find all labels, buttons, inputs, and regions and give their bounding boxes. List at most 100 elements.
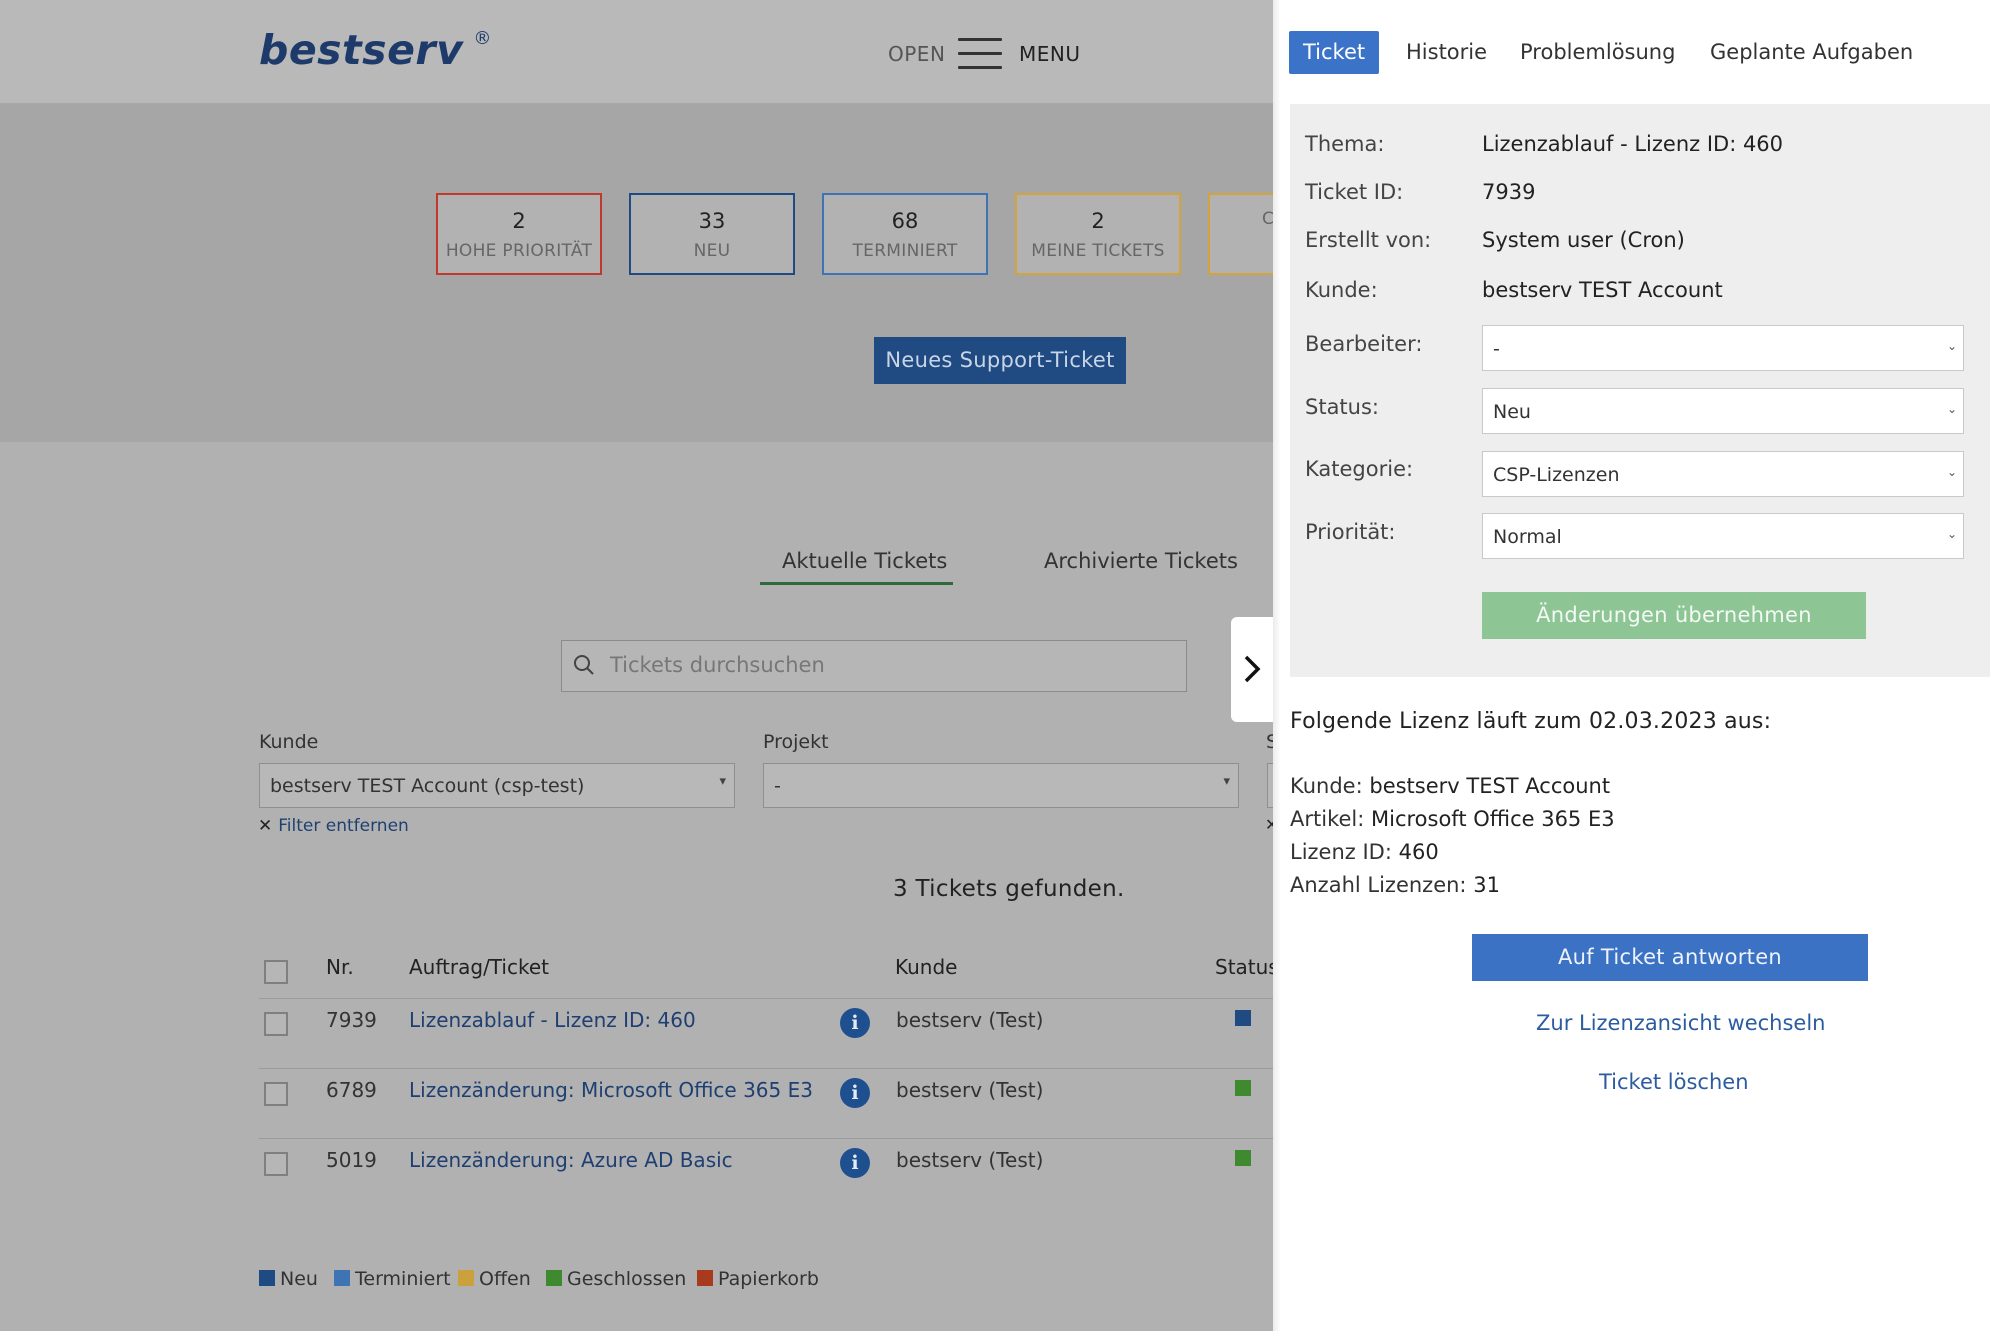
row-checkbox[interactable] [264,1012,288,1036]
ticket-kunde: bestserv (Test) [896,1008,1044,1032]
tab-current-tickets[interactable]: Aktuelle Tickets [782,549,947,573]
legend-label: Neu [280,1268,318,1290]
message-lizenz-label: Lizenz ID: [1290,840,1392,864]
collapse-panel-button[interactable] [1231,617,1275,722]
stat-count: 68 [891,209,919,233]
bearbeiter-select[interactable]: - ⌄ [1482,325,1964,371]
header-divider [259,998,1273,999]
legend-swatch [697,1270,713,1286]
search-icon [574,655,594,675]
status-select[interactable]: Neu ⌄ [1482,388,1964,434]
column-header-kunde[interactable]: Kunde [895,955,957,979]
legend-item-papierkorb: Papierkorb [697,1268,819,1290]
menu-label[interactable]: MENU [1019,42,1081,66]
kategorie-select[interactable]: CSP-Lizenzen ⌄ [1482,451,1964,497]
reply-ticket-button[interactable]: Auf Ticket antworten [1472,934,1868,981]
ticket-id-label: Ticket ID: [1305,180,1404,204]
row-checkbox[interactable] [264,1152,288,1176]
ticket-title-link[interactable]: Lizenzänderung: Microsoft Office 365 E3 [409,1078,813,1102]
kategorie-label: Kategorie: [1305,457,1414,481]
bearbeiter-label: Bearbeiter: [1305,332,1423,356]
legend-swatch [546,1270,562,1286]
panel-shadow [1273,0,1281,1331]
message-artikel-line: Artikel: Microsoft Office 365 E3 [1290,807,1615,831]
stat-count: 33 [698,209,726,233]
legend-swatch [334,1270,350,1286]
logo-text: bestserv [259,26,464,74]
legend-item-geschlossen: Geschlossen [546,1268,686,1290]
remove-filter-label: Filter entfernen [278,816,409,836]
erstellt-von-label: Erstellt von: [1305,228,1432,252]
stat-my-tickets[interactable]: 2 MEINE TICKETS [1015,193,1181,275]
status-indicator [1235,1080,1251,1096]
column-header-status[interactable]: Status [1215,955,1279,979]
panel-tab-geplante-aufgaben[interactable]: Geplante Aufgaben [1696,31,1927,74]
stat-partial[interactable]: C [1208,193,1275,275]
ticket-id-value: 7939 [1482,180,1536,204]
legend-label: Terminiert [355,1268,451,1290]
new-support-ticket-button[interactable]: Neues Support-Ticket [874,337,1126,384]
apply-changes-button[interactable]: Änderungen übernehmen [1482,592,1866,639]
column-header-ticket[interactable]: Auftrag/Ticket [409,955,549,979]
row-checkbox[interactable] [264,1082,288,1106]
stat-high-priority[interactable]: 2 HOHE PRIORITÄT [436,193,602,275]
message-kunde-line: Kunde: bestserv TEST Account [1290,774,1610,798]
prioritaet-label: Priorität: [1305,520,1396,544]
filter-kunde-select[interactable]: bestserv TEST Account (csp-test) ▾ [259,763,735,808]
tickets-found-count: 3 Tickets gefunden. [893,876,1125,902]
hamburger-menu-icon[interactable] [958,38,1002,69]
legend-label: Offen [479,1268,531,1290]
select-all-checkbox[interactable] [264,960,288,984]
stat-scheduled[interactable]: 68 TERMINIERT [822,193,988,275]
caret-down-icon: ▾ [1223,774,1230,789]
legend-label: Papierkorb [718,1268,819,1290]
stat-label: NEU [693,241,731,261]
ticket-kunde: bestserv (Test) [896,1078,1044,1102]
ticket-number: 6789 [326,1078,377,1102]
panel-tab-problemloesung[interactable]: Problemlösung [1506,31,1689,74]
legend-item-offen: Offen [458,1268,531,1290]
status-value: Neu [1493,401,1531,423]
column-header-nr[interactable]: Nr. [326,955,354,979]
stat-count: 2 [1091,209,1105,233]
status-indicator [1235,1010,1251,1026]
message-artikel-value: Microsoft Office 365 E3 [1371,807,1615,831]
top-bar [0,0,1273,104]
message-lizenz-line: Lizenz ID: 460 [1290,840,1439,864]
search-input[interactable]: Tickets durchsuchen [610,653,825,677]
legend-label: Geschlossen [567,1268,687,1290]
registered-mark: ® [473,28,492,49]
thema-value: Lizenzablauf - Lizenz ID: 460 [1482,132,1784,156]
stat-new[interactable]: 33 NEU [629,193,795,275]
panel-tab-historie[interactable]: Historie [1392,31,1501,74]
legend-swatch [458,1270,474,1286]
ticket-title-link[interactable]: Lizenzablauf - Lizenz ID: 460 [409,1008,696,1032]
prioritaet-select[interactable]: Normal ⌄ [1482,513,1964,559]
info-icon[interactable]: i [840,1008,870,1038]
filter-projekt-label: Projekt [763,731,829,753]
info-icon[interactable]: i [840,1148,870,1178]
legend-item-neu: Neu [259,1268,318,1290]
delete-ticket-link[interactable]: Ticket löschen [1599,1070,1749,1094]
legend-item-terminiert: Terminiert [334,1268,451,1290]
erstellt-von-value: System user (Cron) [1482,228,1685,252]
remove-filter-link[interactable]: ✕ Filter entfernen [258,816,409,836]
kategorie-value: CSP-Lizenzen [1493,464,1620,486]
switch-license-view-link[interactable]: Zur Lizenzansicht wechseln [1536,1011,1826,1035]
ticket-title-link[interactable]: Lizenzänderung: Azure AD Basic [409,1148,733,1172]
filter-kunde-value: bestserv TEST Account (csp-test) [270,775,585,797]
message-anzahl-line: Anzahl Lizenzen: 31 [1290,873,1500,897]
panel-tab-ticket[interactable]: Ticket [1289,31,1380,74]
open-label[interactable]: OPEN [888,42,945,66]
message-kunde-label: Kunde: [1290,774,1363,798]
filter-projekt-select[interactable]: - ▾ [763,763,1239,808]
tab-archived-tickets[interactable]: Archivierte Tickets [1044,549,1238,573]
legend-swatch [259,1270,275,1286]
info-icon[interactable]: i [840,1078,870,1108]
message-lizenz-value: 460 [1398,840,1439,864]
filter-kunde-label: Kunde [259,731,319,753]
message-kunde-value: bestserv TEST Account [1369,774,1611,798]
stat-label: C [1262,209,1275,229]
logo[interactable]: bestserv ® [259,26,492,74]
ticket-number: 7939 [326,1008,377,1032]
